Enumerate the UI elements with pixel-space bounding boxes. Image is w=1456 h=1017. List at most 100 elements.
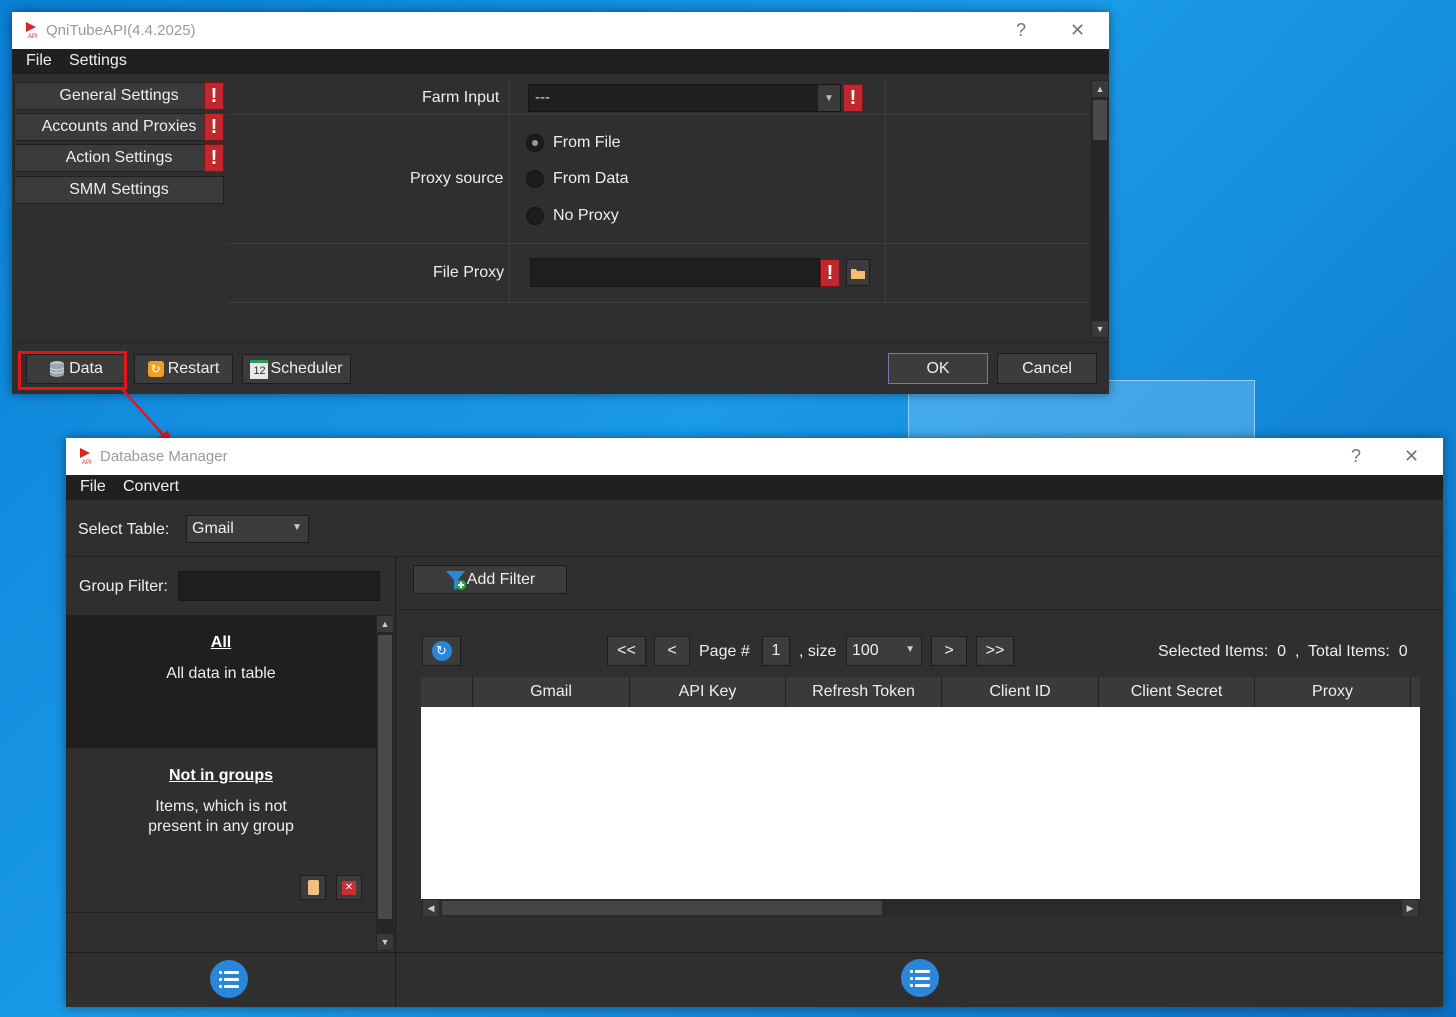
close-button[interactable]: ✕ bbox=[1404, 446, 1419, 467]
general-warning-icon: ! bbox=[204, 82, 224, 110]
menu-file[interactable]: File bbox=[80, 478, 106, 496]
page-number-input[interactable]: 1 bbox=[762, 636, 790, 666]
file-proxy-input[interactable] bbox=[530, 258, 820, 287]
radio-from-file[interactable] bbox=[526, 134, 544, 152]
app-icon: API bbox=[26, 22, 38, 39]
restart-button[interactable]: ↻ Restart bbox=[134, 354, 233, 384]
items-count-status: Selected Items: 0 , Total Items: 0 bbox=[1158, 643, 1408, 660]
scroll-up-icon[interactable]: ▲ bbox=[377, 616, 393, 632]
column-header-proxy[interactable]: Proxy bbox=[1255, 677, 1411, 707]
app-icon: API bbox=[80, 448, 92, 465]
radio-no-proxy-label[interactable]: No Proxy bbox=[553, 207, 619, 225]
data-table: Gmail API Key Refresh Token Client ID Cl… bbox=[421, 677, 1420, 899]
window-title: Database Manager bbox=[100, 448, 228, 465]
edit-group-button[interactable] bbox=[300, 875, 326, 900]
group-item-not-in-groups[interactable]: Not in groups Items, which is not presen… bbox=[66, 748, 376, 913]
help-button[interactable]: ? bbox=[1016, 20, 1026, 41]
grid-line bbox=[228, 114, 1088, 115]
chevron-down-icon: ▼ bbox=[818, 85, 840, 111]
help-button[interactable]: ? bbox=[1351, 446, 1361, 467]
main-window: API QniTubeAPI(4.4.2025) ? ✕ File Settin… bbox=[12, 12, 1109, 394]
calendar-icon: 12 bbox=[250, 359, 269, 379]
radio-from-data-label[interactable]: From Data bbox=[553, 170, 629, 188]
scroll-down-icon[interactable]: ▼ bbox=[377, 934, 393, 950]
nav-action-settings[interactable]: Action Settings bbox=[14, 144, 224, 172]
menu-convert[interactable]: Convert bbox=[123, 478, 179, 496]
size-label: , size bbox=[799, 643, 837, 660]
scroll-left-icon[interactable]: ◀ bbox=[423, 900, 439, 916]
page-size-dropdown[interactable]: 100 ▼ bbox=[846, 636, 922, 666]
close-button[interactable]: ✕ bbox=[1070, 20, 1085, 41]
file-proxy-label: File Proxy bbox=[433, 264, 505, 281]
farm-input-select[interactable]: --- ▼ bbox=[528, 84, 841, 112]
prev-page-button[interactable]: < bbox=[654, 636, 690, 666]
select-table-dropdown[interactable]: Gmail ▼ bbox=[186, 515, 309, 543]
table-horizontal-scrollbar[interactable]: ◀ ▶ bbox=[421, 899, 1420, 917]
next-page-button[interactable]: > bbox=[931, 636, 967, 666]
group-list: All All data in table Not in groups Item… bbox=[66, 615, 376, 951]
delete-group-button[interactable]: ✕ bbox=[336, 875, 362, 900]
group-description: All data in table bbox=[166, 665, 276, 682]
column-header-gmail[interactable]: Gmail bbox=[473, 677, 630, 707]
nav-accounts-proxies[interactable]: Accounts and Proxies bbox=[14, 113, 224, 141]
column-header-client-id[interactable]: Client ID bbox=[942, 677, 1099, 707]
database-manager-window: API Database Manager ? ✕ File Convert Se… bbox=[66, 438, 1443, 1007]
last-page-button[interactable]: >> bbox=[976, 636, 1014, 666]
chevron-down-icon: ▼ bbox=[905, 644, 915, 655]
scroll-up-icon[interactable]: ▲ bbox=[1092, 81, 1108, 97]
scroll-thumb[interactable] bbox=[378, 635, 392, 919]
column-header-client-secret[interactable]: Client Secret bbox=[1099, 677, 1255, 707]
select-table-label: Select Table: bbox=[78, 521, 170, 538]
clipboard-icon bbox=[307, 880, 319, 895]
first-page-button[interactable]: << bbox=[607, 636, 646, 666]
column-header-refresh-token[interactable]: Refresh Token bbox=[786, 677, 942, 707]
nav-smm-settings[interactable]: SMM Settings bbox=[14, 176, 224, 204]
group-filter-input[interactable] bbox=[178, 571, 380, 601]
action-warning-icon: ! bbox=[204, 144, 224, 172]
db-titlebar: API Database Manager ? ✕ bbox=[66, 438, 1443, 475]
nav-general-settings[interactable]: General Settings bbox=[14, 82, 224, 110]
main-titlebar: API QniTubeAPI(4.4.2025) ? ✕ bbox=[12, 12, 1109, 49]
chevron-down-icon: ▼ bbox=[292, 522, 302, 533]
db-menubar: File Convert bbox=[66, 475, 1443, 500]
scroll-right-icon[interactable]: ▶ bbox=[1402, 900, 1418, 916]
file-proxy-warning-icon: ! bbox=[820, 259, 840, 287]
menu-settings[interactable]: Settings bbox=[69, 52, 127, 70]
group-name: All bbox=[210, 634, 232, 651]
annotation-highlight-box bbox=[18, 351, 127, 390]
scheduler-button[interactable]: 12 Scheduler bbox=[242, 354, 351, 384]
ok-button[interactable]: OK bbox=[888, 353, 988, 384]
delete-icon: ✕ bbox=[342, 880, 356, 895]
group-item-all[interactable]: All All data in table bbox=[66, 615, 376, 748]
radio-no-proxy[interactable] bbox=[526, 207, 544, 225]
folder-icon bbox=[851, 268, 865, 279]
bottom-separator bbox=[66, 952, 1443, 953]
group-description: Items, which is not present in any group bbox=[148, 798, 294, 835]
row-selector-header[interactable] bbox=[421, 677, 473, 707]
settings-scrollbar[interactable]: ▲ ▼ bbox=[1091, 80, 1109, 338]
page-label: Page # bbox=[699, 643, 750, 660]
table-menu-list-icon[interactable] bbox=[901, 959, 939, 997]
group-menu-list-icon[interactable] bbox=[210, 960, 248, 998]
add-filter-button[interactable]: Add Filter bbox=[413, 565, 567, 594]
cancel-button[interactable]: Cancel bbox=[997, 353, 1097, 384]
filter-separator bbox=[399, 609, 1443, 610]
scroll-down-icon[interactable]: ▼ bbox=[1092, 321, 1108, 337]
column-header-api-key[interactable]: API Key bbox=[630, 677, 786, 707]
group-list-scrollbar[interactable]: ▲ ▼ bbox=[376, 615, 394, 951]
scroll-thumb[interactable] bbox=[1093, 100, 1107, 140]
filter-add-icon bbox=[445, 570, 466, 590]
scroll-thumb[interactable] bbox=[442, 901, 882, 915]
radio-from-file-label[interactable]: From File bbox=[553, 134, 621, 152]
svg-text:API: API bbox=[82, 460, 92, 465]
refresh-icon: ↻ bbox=[431, 641, 452, 661]
toolbar-separator bbox=[66, 556, 1443, 557]
group-name: Not in groups bbox=[169, 767, 273, 784]
refresh-button[interactable]: ↻ bbox=[422, 636, 461, 666]
radio-from-data[interactable] bbox=[526, 170, 544, 188]
bottom-separator bbox=[12, 342, 1109, 343]
menu-file[interactable]: File bbox=[26, 52, 52, 70]
browse-folder-button[interactable] bbox=[846, 259, 870, 286]
proxy-source-label: Proxy source bbox=[410, 170, 504, 187]
window-title: QniTubeAPI(4.4.2025) bbox=[46, 22, 196, 39]
